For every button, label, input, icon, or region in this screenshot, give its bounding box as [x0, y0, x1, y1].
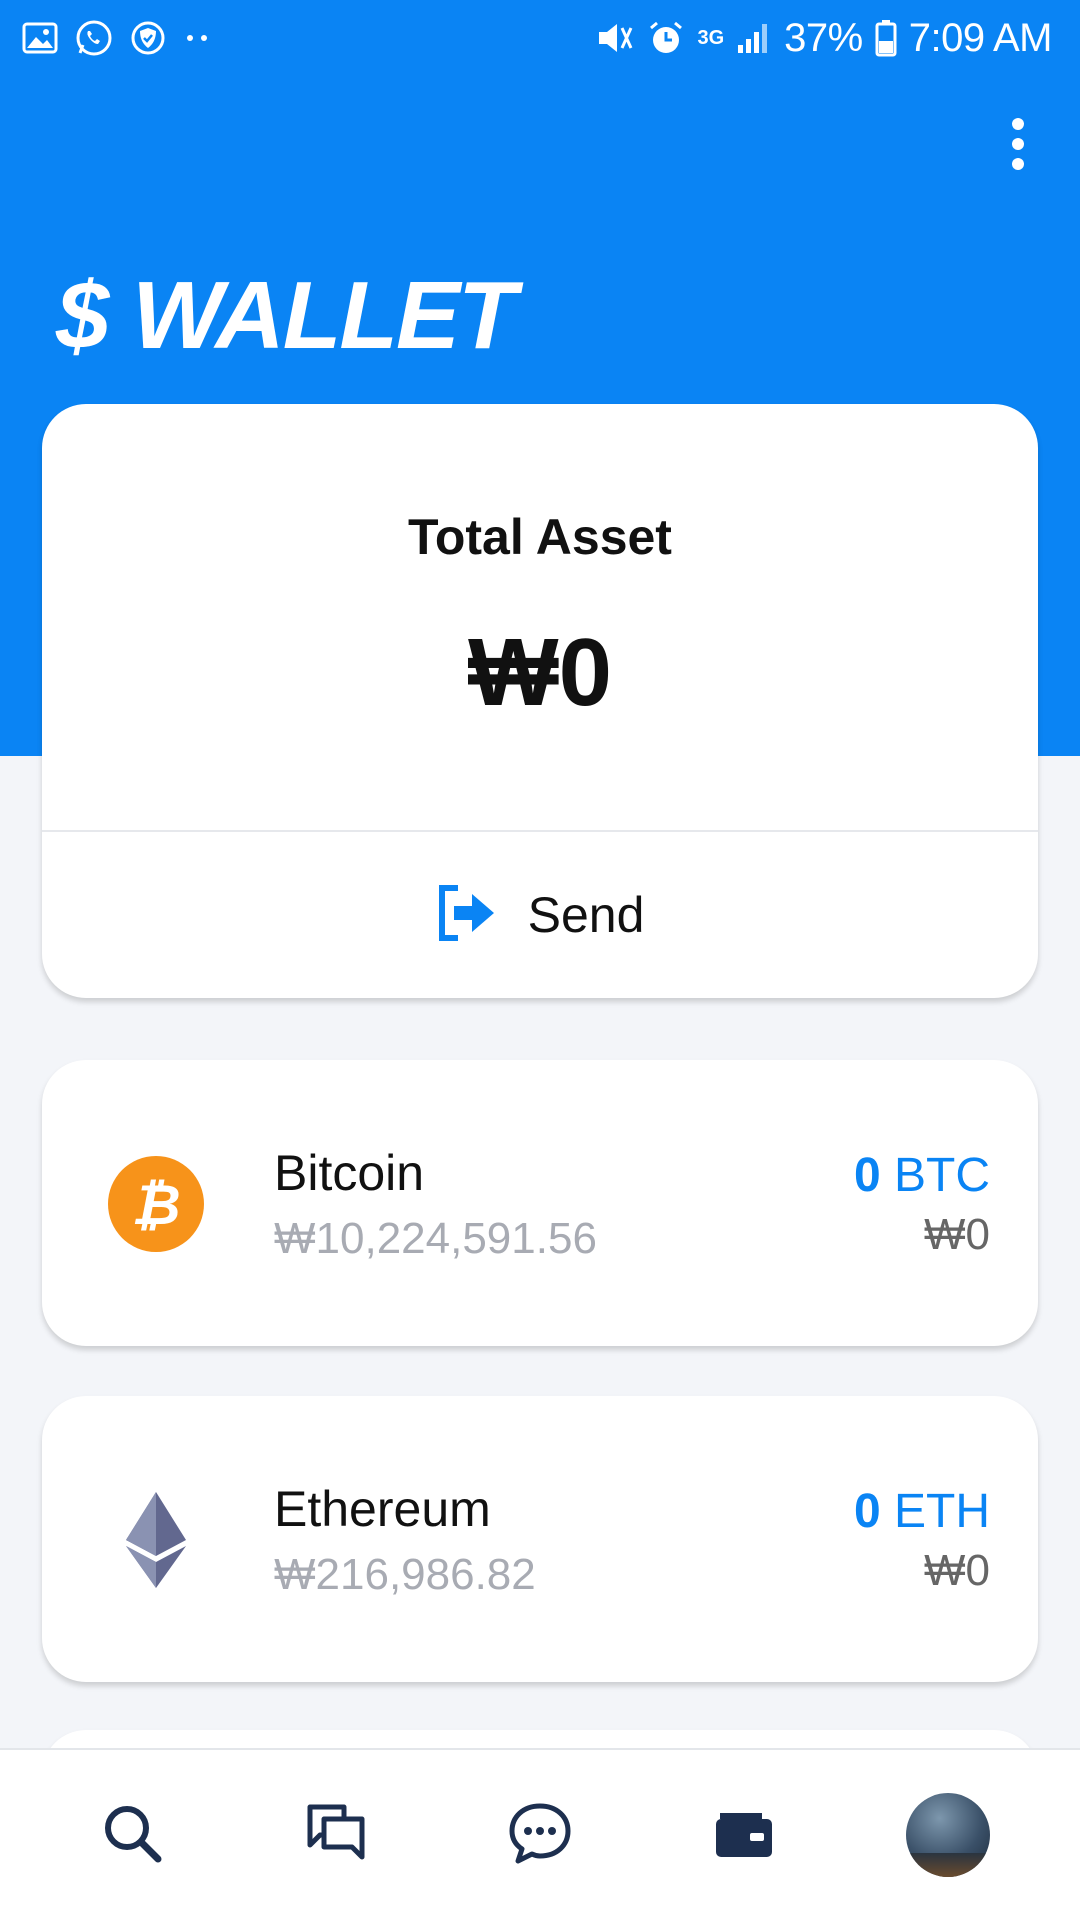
menu-dot [1012, 158, 1024, 170]
nav-chats[interactable] [281, 1780, 391, 1890]
profile-avatar [906, 1793, 990, 1877]
nav-profile[interactable] [893, 1780, 1003, 1890]
coin-price: ₩216,986.82 [274, 1550, 536, 1599]
total-asset-label: Total Asset [408, 509, 672, 565]
asset-card-ethereum[interactable]: Ethereum ₩216,986.82 0 ETH ₩0 [42, 1396, 1038, 1682]
menu-dot [1012, 118, 1024, 130]
send-button[interactable]: Send [42, 832, 1038, 998]
alarm-icon [647, 19, 685, 57]
network-type: 3G [697, 26, 725, 49]
ethereum-icon [106, 1490, 206, 1590]
total-asset-card: Total Asset ₩0 Send [42, 404, 1038, 998]
total-asset-value: ₩0 [468, 619, 612, 726]
coin-name: Ethereum [274, 1481, 491, 1537]
overflow-menu-button[interactable] [998, 112, 1038, 176]
asset-card-bitcoin[interactable]: ₿ Bitcoin ₩10,224,591.56 0 BTC ₩0 [42, 1060, 1038, 1346]
shield-icon [130, 20, 166, 56]
battery-icon [875, 19, 897, 57]
search-icon [100, 1801, 164, 1870]
coin-balance: 0 BTC [854, 1148, 990, 1203]
message-icon [508, 1801, 572, 1870]
signal-icon [736, 21, 772, 55]
mute-icon [595, 20, 635, 56]
menu-dot [1012, 138, 1024, 150]
nav-messages[interactable] [485, 1780, 595, 1890]
coin-balance-amount: 0 [853, 1149, 881, 1202]
coin-price: ₩10,224,591.56 [274, 1214, 597, 1263]
battery-percent: 37% [784, 15, 863, 60]
coin-balance-amount: 0 [853, 1485, 881, 1538]
nav-search[interactable] [77, 1780, 187, 1890]
whatsapp-icon [74, 18, 114, 58]
bottom-nav [0, 1748, 1080, 1920]
status-bar: 3G 37% 7:09 AM [0, 0, 1080, 76]
chat-bubbles-icon [304, 1801, 368, 1870]
send-icon [436, 882, 498, 949]
coin-krw-value: ₩0 [924, 1210, 990, 1259]
more-notifications-icon [182, 33, 212, 43]
coin-balance-unit: ETH [894, 1485, 990, 1538]
page-title: $ WALLET [56, 262, 517, 369]
nav-wallet[interactable] [689, 1780, 799, 1890]
svg-text:₿: ₿ [131, 1173, 180, 1238]
coin-balance: 0 ETH [854, 1484, 990, 1539]
coin-name: Bitcoin [274, 1145, 425, 1201]
send-label: Send [527, 887, 645, 943]
gallery-icon [22, 20, 58, 56]
wallet-icon [712, 1801, 776, 1870]
clock: 7:09 AM [908, 15, 1053, 60]
bitcoin-icon: ₿ [106, 1154, 206, 1254]
coin-krw-value: ₩0 [924, 1546, 990, 1595]
coin-balance-unit: BTC [894, 1149, 990, 1202]
